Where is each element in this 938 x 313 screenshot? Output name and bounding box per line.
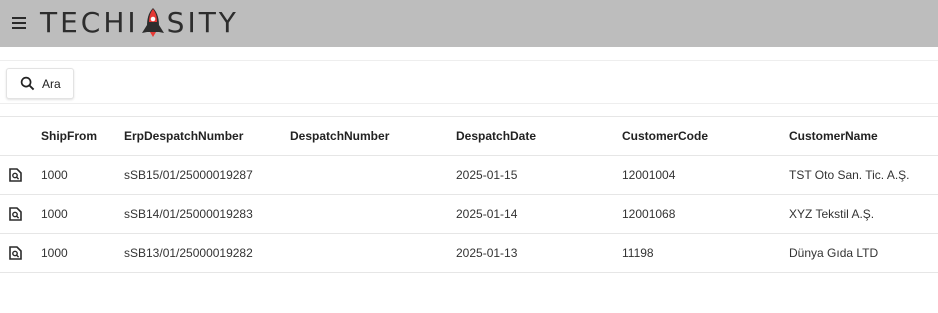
column-header-customer-code[interactable]: CustomerCode xyxy=(622,116,789,156)
despatch-table: ShipFrom ErpDespatchNumber DespatchNumbe… xyxy=(0,116,938,273)
search-button[interactable]: Ara xyxy=(6,68,74,99)
row-action-cell[interactable] xyxy=(0,233,41,273)
cell-ship-from: 1000 xyxy=(41,155,124,195)
hamburger-menu-icon[interactable] xyxy=(12,17,26,29)
search-icon xyxy=(20,76,35,91)
app-logo[interactable]: TECHI SITY xyxy=(40,6,239,40)
cell-customer-name: XYZ Tekstil A.Ş. xyxy=(789,194,938,234)
rocket-icon xyxy=(141,8,164,37)
logo-text-start: TECHI xyxy=(40,6,139,39)
cell-despatch-date: 2025-01-13 xyxy=(456,233,622,273)
document-search-icon[interactable] xyxy=(9,168,22,182)
cell-customer-name: Dünya Gıda LTD xyxy=(789,233,938,273)
cell-ship-from: 1000 xyxy=(41,233,124,273)
column-header-ship-from[interactable]: ShipFrom xyxy=(41,116,124,156)
cell-customer-code: 12001068 xyxy=(622,194,789,234)
table-row[interactable]: 1000 sSB14/01/25000019283 2025-01-14 120… xyxy=(0,194,938,234)
logo-text-end: SITY xyxy=(166,6,239,39)
cell-customer-name: TST Oto San. Tic. A.Ş. xyxy=(789,155,938,195)
document-search-icon[interactable] xyxy=(9,246,22,260)
cell-despatch-number xyxy=(290,194,456,234)
column-header-despatch-date[interactable]: DespatchDate xyxy=(456,116,622,156)
cell-despatch-date: 2025-01-14 xyxy=(456,194,622,234)
column-header-erp-despatch-number[interactable]: ErpDespatchNumber xyxy=(124,116,290,156)
divider xyxy=(0,103,938,104)
divider xyxy=(0,60,938,61)
cell-ship-from: 1000 xyxy=(41,194,124,234)
cell-despatch-number xyxy=(290,155,456,195)
cell-customer-code: 11198 xyxy=(622,233,789,273)
column-header-despatch-number[interactable]: DespatchNumber xyxy=(290,116,456,156)
top-app-bar: TECHI SITY xyxy=(0,0,938,47)
table-row[interactable]: 1000 sSB15/01/25000019287 2025-01-15 120… xyxy=(0,155,938,195)
table-row[interactable]: 1000 sSB13/01/25000019282 2025-01-13 111… xyxy=(0,233,938,273)
column-header-actions xyxy=(0,116,41,156)
table-header-row: ShipFrom ErpDespatchNumber DespatchNumbe… xyxy=(0,116,938,156)
row-action-cell[interactable] xyxy=(0,194,41,234)
row-action-cell[interactable] xyxy=(0,155,41,195)
cell-despatch-number xyxy=(290,233,456,273)
document-search-icon[interactable] xyxy=(9,207,22,221)
cell-erp-despatch-number: sSB14/01/25000019283 xyxy=(124,194,290,234)
cell-despatch-date: 2025-01-15 xyxy=(456,155,622,195)
cell-erp-despatch-number: sSB13/01/25000019282 xyxy=(124,233,290,273)
cell-customer-code: 12001004 xyxy=(622,155,789,195)
search-button-label: Ara xyxy=(42,77,61,91)
cell-erp-despatch-number: sSB15/01/25000019287 xyxy=(124,155,290,195)
column-header-customer-name[interactable]: CustomerName xyxy=(789,116,938,156)
